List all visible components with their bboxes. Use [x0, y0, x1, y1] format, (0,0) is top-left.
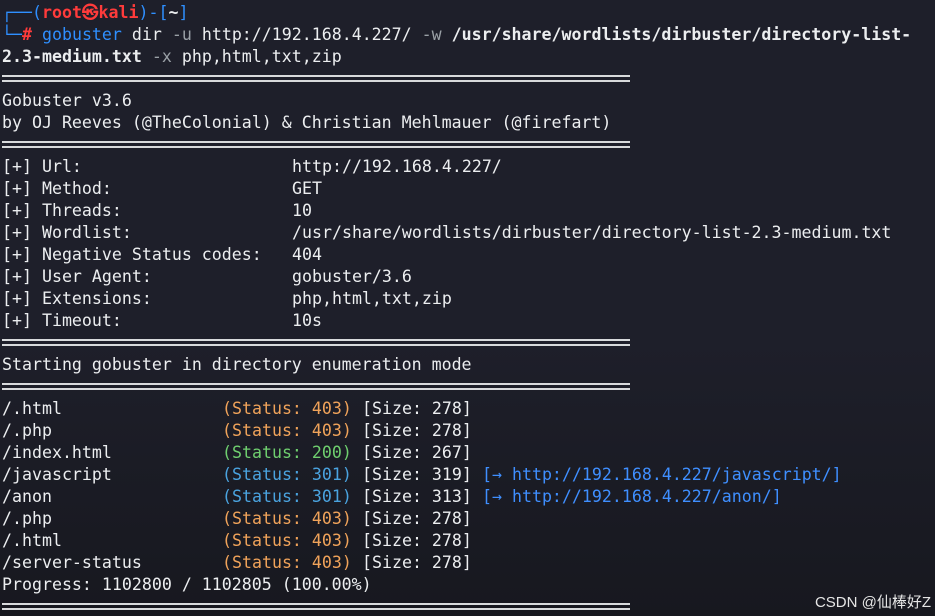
result-path: /.html	[2, 531, 62, 550]
config-key: [+] Threads:	[2, 201, 122, 220]
result-path: /server-status	[2, 553, 142, 572]
result-size: [Size: 313]	[362, 487, 472, 506]
config-key: [+] User Agent:	[2, 267, 152, 286]
terminal-window[interactable]: ┌──(root㉿kali)-[~] └─# gobuster dir -u h…	[0, 0, 935, 616]
command-flag-u: -u	[171, 25, 192, 44]
prompt-path: ~	[168, 3, 179, 22]
config-key: [+] Timeout:	[2, 311, 122, 330]
result-status: (Status: 301)	[222, 465, 352, 484]
separator	[2, 134, 935, 156]
result-row: /anon (Status: 301) [Size: 313] [→ http://1…	[2, 486, 935, 508]
result-row: /server-status (Status: 403) [Size: 278]	[2, 552, 935, 574]
result-row: /.php (Status: 403) [Size: 278]	[2, 508, 935, 530]
result-status: (Status: 403)	[222, 399, 352, 418]
result-redirect-link[interactable]: [→ http://192.168.4.227/javascript/]	[482, 464, 842, 486]
command-line-1[interactable]: └─# gobuster dir -u http://192.168.4.227…	[2, 24, 935, 46]
result-size: [Size: 267]	[362, 443, 472, 462]
config-key: [+] Extensions:	[2, 289, 152, 308]
config-row-wordlist: [+] Wordlist: /usr/share/wordlists/dirbus…	[2, 222, 935, 244]
config-value: 10	[292, 201, 312, 220]
config-value: 404	[292, 245, 322, 264]
config-key: [+] Url:	[2, 157, 82, 176]
config-value: /usr/share/wordlists/dirbuster/directory…	[292, 223, 892, 242]
config-value: 10s	[292, 311, 322, 330]
command-wordlist-part1: /usr/share/wordlists/dirbuster/directory…	[441, 25, 912, 44]
separator	[2, 68, 935, 90]
result-row: /.html (Status: 403) [Size: 278]	[2, 530, 935, 552]
prompt-line-top: ┌──(root㉿kali)-[~]	[2, 2, 935, 24]
result-size: [Size: 278]	[362, 421, 472, 440]
result-size: [Size: 278]	[362, 399, 472, 418]
result-size: [Size: 319]	[362, 465, 472, 484]
result-status: (Status: 403)	[222, 553, 352, 572]
command-flag-x: -x	[141, 47, 172, 66]
command-wordlist-part2: 2.3-medium.txt	[2, 47, 142, 66]
config-value: http://192.168.4.227/	[292, 157, 502, 176]
result-row: /index.html (Status: 200) [Size: 267]	[2, 442, 935, 464]
command-url: http://192.168.4.227/	[191, 25, 422, 44]
command-flag-w: -w	[421, 25, 442, 44]
config-row-extensions: [+] Extensions: php,html,txt,zip	[2, 288, 935, 310]
result-status: (Status: 403)	[222, 421, 352, 440]
result-status: (Status: 403)	[222, 509, 352, 528]
config-value: GET	[292, 179, 322, 198]
result-row: /.php (Status: 403) [Size: 278]	[2, 420, 935, 442]
mode-line: Starting gobuster in directory enumerati…	[2, 355, 472, 374]
separator	[2, 332, 935, 354]
config-key: [+] Negative Status codes:	[2, 245, 262, 264]
prompt-mid: )-[	[138, 3, 169, 22]
separator	[2, 596, 935, 616]
config-row-url: [+] Url: http://192.168.4.227/	[2, 156, 935, 178]
prompt-corner-top: ┌──(	[2, 3, 42, 22]
result-path: /.php	[2, 421, 52, 440]
command-name: gobuster	[41, 25, 122, 44]
result-path: /index.html	[2, 443, 112, 462]
config-value: php,html,txt,zip	[292, 289, 452, 308]
config-row-method: [+] Method: GET	[2, 178, 935, 200]
config-row-negative-status: [+] Negative Status codes: 404	[2, 244, 935, 266]
separator	[2, 376, 935, 398]
banner-version: Gobuster v3.6	[2, 91, 132, 110]
prompt-close: ]	[178, 3, 189, 22]
result-size: [Size: 278]	[362, 509, 472, 528]
result-status: (Status: 301)	[222, 487, 352, 506]
result-path: /.html	[2, 399, 62, 418]
prompt-corner-bottom: └─	[2, 25, 22, 44]
result-size: [Size: 278]	[362, 531, 472, 550]
watermark-text: CSDN @仙棒好Z	[814, 594, 931, 611]
result-status: (Status: 403)	[222, 531, 352, 550]
result-row: /javascript (Status: 301) [Size: 319] [→ ht…	[2, 464, 935, 486]
result-path: /.php	[2, 509, 52, 528]
command-line-2[interactable]: 2.3-medium.txt -x php,html,txt,zip	[2, 46, 935, 68]
config-row-threads: [+] Threads: 10	[2, 200, 935, 222]
result-size: [Size: 278]	[362, 553, 472, 572]
prompt-hash: #	[21, 25, 32, 44]
config-key: [+] Wordlist:	[2, 223, 132, 242]
config-row-timeout: [+] Timeout: 10s	[2, 310, 935, 332]
progress-line: Progress: 1102800 / 1102805 (100.00%)	[2, 575, 372, 594]
result-status: (Status: 200)	[222, 443, 352, 462]
banner-authors: by OJ Reeves (@TheColonial) & Christian …	[2, 113, 612, 132]
result-path: /anon	[2, 487, 52, 506]
config-value: gobuster/3.6	[292, 267, 412, 286]
result-row: /.html (Status: 403) [Size: 278]	[2, 398, 935, 420]
prompt-user-host: root㉿kali	[41, 3, 139, 22]
result-path: /javascript	[2, 465, 112, 484]
command-extensions: php,html,txt,zip	[171, 47, 342, 66]
result-redirect-link[interactable]: [→ http://192.168.4.227/anon/]	[482, 486, 782, 508]
command-subcmd: dir	[121, 25, 172, 44]
config-key: [+] Method:	[2, 179, 112, 198]
config-row-user-agent: [+] User Agent: gobuster/3.6	[2, 266, 935, 288]
